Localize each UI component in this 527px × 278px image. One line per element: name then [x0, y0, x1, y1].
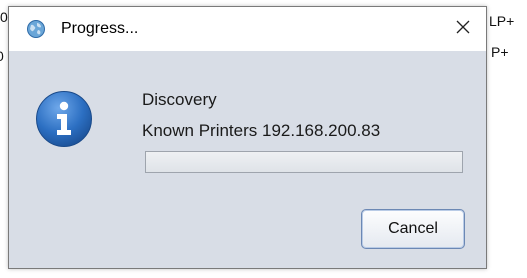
message-line-1: Discovery: [142, 90, 217, 109]
dialog-content: Discovery Known Printers 192.168.200.83 …: [9, 51, 486, 268]
close-icon: [455, 19, 471, 40]
message-line-2: Known Printers 192.168.200.83: [142, 121, 381, 140]
progress-bar: [145, 151, 463, 173]
background-text-right-2: P+: [491, 44, 509, 60]
globe-icon: [26, 19, 46, 39]
close-button[interactable]: [440, 7, 486, 51]
dialog-titlebar[interactable]: Progress...: [9, 7, 486, 51]
background-text-right-1: LP+: [489, 13, 515, 29]
background-text-left-2: 0: [0, 48, 4, 64]
info-icon: [35, 90, 93, 148]
background-text-left-1: 0: [0, 9, 8, 25]
cancel-button[interactable]: Cancel: [361, 209, 465, 249]
progress-dialog: Progress... Discovery Known Printers 192…: [8, 6, 487, 269]
dialog-title: Progress...: [61, 20, 139, 37]
